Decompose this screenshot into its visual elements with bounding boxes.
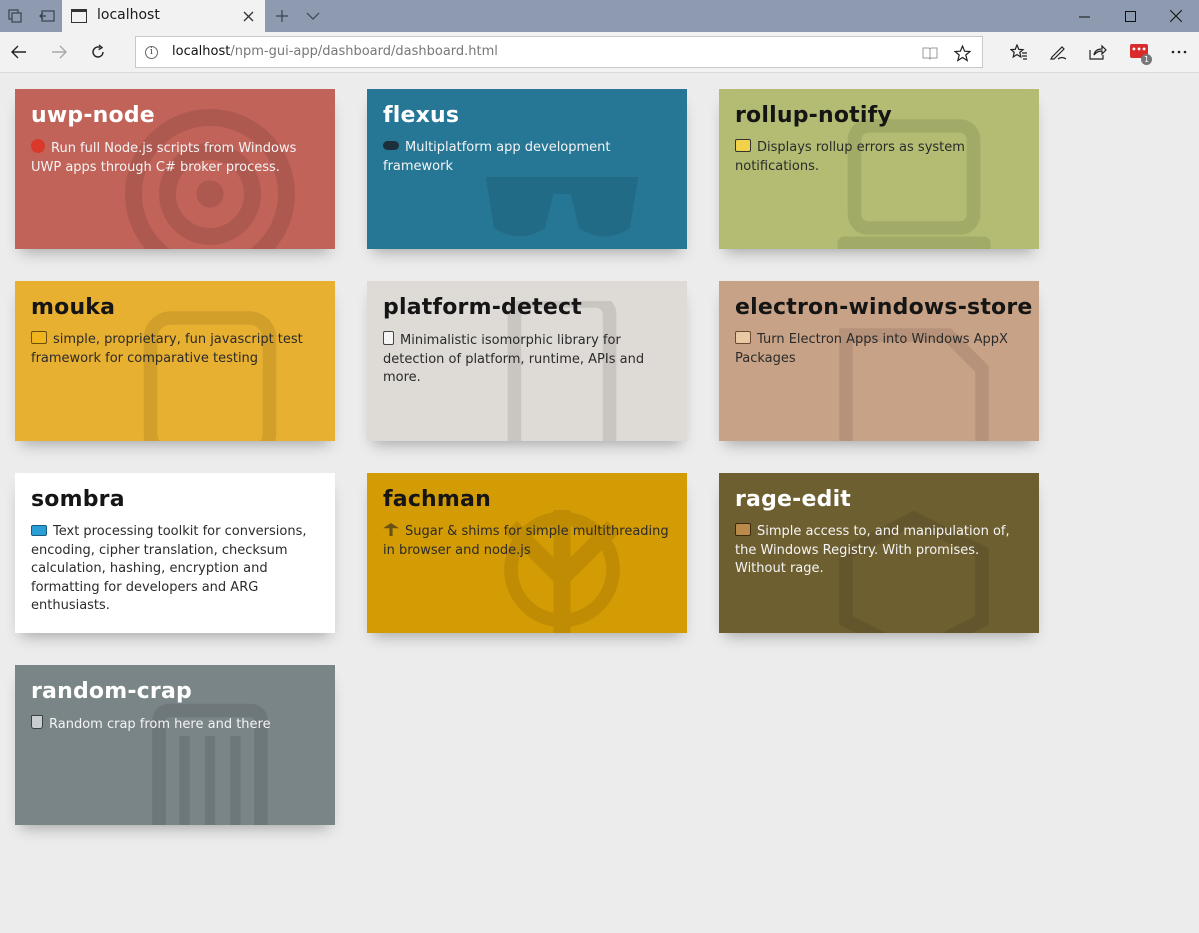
set-aside-tabs-icon[interactable] bbox=[32, 0, 62, 32]
target-icon bbox=[31, 139, 45, 153]
card-description: Random crap from here and there bbox=[31, 715, 323, 735]
address-bar[interactable]: i localhost/npm-gui-app/dashboard/dashbo… bbox=[135, 36, 983, 68]
navigation-bar: i localhost/npm-gui-app/dashboard/dashbo… bbox=[0, 32, 1199, 73]
trash-background-icon bbox=[152, 703, 268, 825]
favorites-hub-icon[interactable] bbox=[1003, 36, 1035, 68]
tab-localhost[interactable]: localhost bbox=[62, 0, 265, 32]
package-icon bbox=[735, 331, 751, 344]
new-tab-icon[interactable] bbox=[267, 0, 297, 32]
card-description: Text processing toolkit for conversions,… bbox=[31, 524, 307, 614]
favorite-star-icon[interactable] bbox=[950, 41, 974, 65]
web-note-pen-icon[interactable] bbox=[1042, 36, 1074, 68]
card-description: Minimalistic isomorphic library for dete… bbox=[383, 331, 645, 386]
card-electron-windows-store[interactable]: electron-windows-store Turn Electron App… bbox=[719, 281, 1039, 441]
card-uwp-node[interactable]: uwp-node Run full Node.js scripts from W… bbox=[15, 89, 335, 249]
extension-count-badge: 1 bbox=[1141, 54, 1152, 65]
card-rage-edit[interactable]: rage-edit Simple access to, and manipula… bbox=[719, 473, 1039, 633]
target-background-icon bbox=[125, 109, 295, 249]
card-title: flexus bbox=[383, 103, 460, 128]
keyboard-icon bbox=[31, 525, 47, 536]
fork-icon bbox=[383, 523, 399, 536]
maximize-icon[interactable] bbox=[1107, 0, 1153, 32]
card-rollup-notify[interactable]: rollup-notify Displays rollup errors as … bbox=[719, 89, 1039, 249]
card-fachman[interactable]: fachman Sugar & shims for simple multith… bbox=[367, 473, 687, 633]
laptop-background-icon bbox=[837, 119, 991, 249]
card-random-crap[interactable]: random-crap Random crap from here and th… bbox=[15, 665, 335, 825]
card-title: rollup-notify bbox=[735, 103, 892, 128]
tab-title: localhost bbox=[97, 7, 160, 23]
reading-view-icon[interactable] bbox=[918, 41, 942, 65]
card-description: Multiplatform app development framework bbox=[383, 140, 611, 174]
notebook-background-icon bbox=[143, 311, 277, 441]
card-description: simple, proprietary, fun javascript test… bbox=[31, 331, 303, 366]
tab-preview-chevron-icon[interactable] bbox=[298, 0, 328, 32]
url-path: /npm-gui-app/dashboard/dashboard.html bbox=[230, 44, 498, 59]
more-menu-icon[interactable] bbox=[1163, 36, 1195, 68]
card-title: random-crap bbox=[31, 679, 192, 704]
close-window-icon[interactable] bbox=[1153, 0, 1199, 32]
dashboard: uwp-node Run full Node.js scripts from W… bbox=[0, 73, 1199, 933]
card-mouka[interactable]: mouka simple, proprietary, fun javascrip… bbox=[15, 281, 335, 441]
card-title: platform-detect bbox=[383, 295, 582, 320]
package-background-icon bbox=[839, 328, 989, 441]
close-tab-icon[interactable] bbox=[238, 6, 258, 26]
card-description: Simple access to, and manipulation of, t… bbox=[735, 523, 1010, 577]
site-info-icon[interactable]: i bbox=[145, 46, 158, 59]
card-title: mouka bbox=[31, 295, 116, 320]
phone-icon bbox=[383, 331, 394, 345]
forward-icon[interactable] bbox=[43, 36, 75, 68]
card-title: electron-windows-store bbox=[735, 295, 1033, 320]
laptop-icon bbox=[735, 139, 751, 152]
trash-icon bbox=[31, 715, 43, 729]
url-text[interactable]: localhost/npm-gui-app/dashboard/dashboar… bbox=[172, 44, 498, 59]
refresh-icon[interactable] bbox=[82, 36, 114, 68]
tab-groups-icon[interactable] bbox=[0, 0, 30, 32]
card-title: fachman bbox=[383, 487, 491, 512]
card-description: Run full Node.js scripts from Windows UW… bbox=[31, 139, 297, 175]
card-title: uwp-node bbox=[31, 103, 155, 128]
card-description: Sugar & shims for simple multithreading … bbox=[383, 523, 669, 558]
fork-background-icon bbox=[504, 510, 620, 633]
card-sombra[interactable]: sombra Text processing toolkit for conve… bbox=[15, 473, 335, 633]
card-title: rage-edit bbox=[735, 487, 852, 512]
url-host: localhost bbox=[172, 44, 231, 59]
share-icon[interactable] bbox=[1082, 36, 1114, 68]
minimize-icon[interactable] bbox=[1061, 0, 1107, 32]
card-description: Displays rollup errors as system notific… bbox=[735, 139, 965, 174]
page-icon bbox=[71, 9, 87, 23]
glasses-background-icon bbox=[485, 177, 639, 237]
back-icon[interactable] bbox=[3, 36, 35, 68]
glasses-icon bbox=[383, 141, 399, 150]
card-description: Turn Electron Apps into Windows AppX Pac… bbox=[735, 331, 1008, 366]
box-icon bbox=[735, 523, 751, 536]
title-bar: localhost bbox=[0, 0, 1199, 32]
card-platform-detect[interactable]: platform-detect Minimalistic isomorphic … bbox=[367, 281, 687, 441]
notebook-icon bbox=[31, 331, 47, 344]
card-flexus[interactable]: flexus Multiplatform app development fra… bbox=[367, 89, 687, 249]
card-title: sombra bbox=[31, 487, 125, 512]
